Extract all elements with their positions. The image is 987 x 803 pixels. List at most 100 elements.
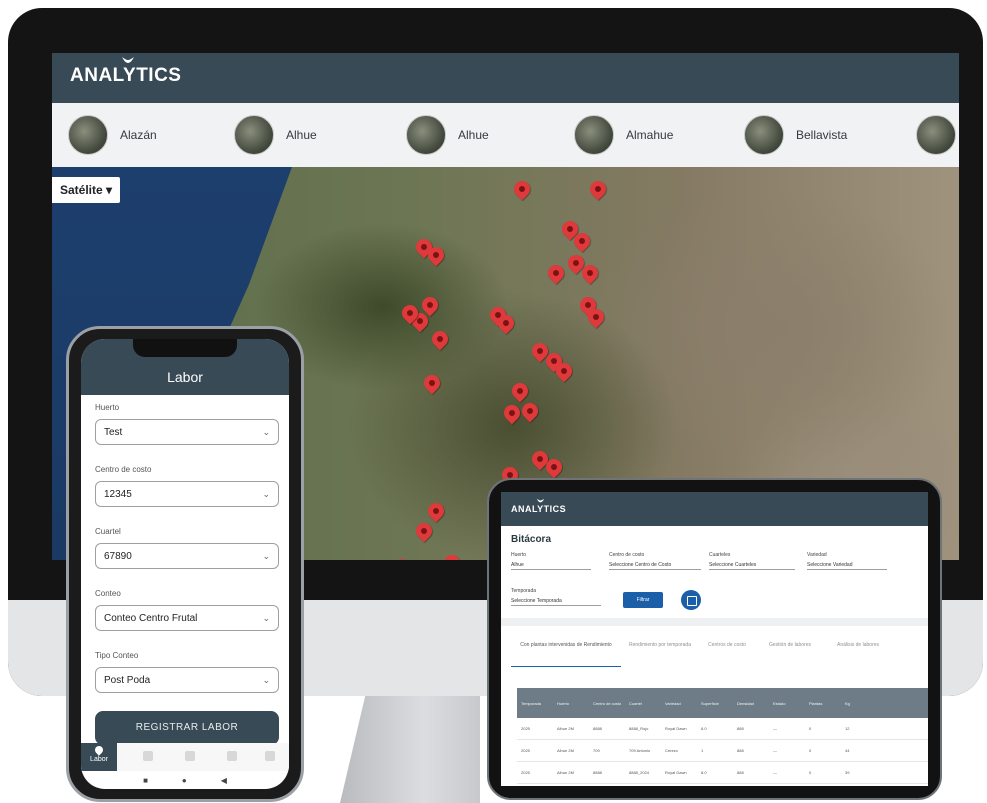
cuarteles-filter[interactable]: Cuarteles Seleccione Cuarteles — [709, 552, 795, 570]
huerto-filter[interactable]: Huerto Alhue — [511, 552, 591, 570]
table-cell: 1 — [701, 748, 704, 753]
calendar-icon[interactable] — [681, 590, 701, 610]
tipo-conteo-select[interactable]: Post Poda ⌄ — [95, 667, 279, 693]
column-header[interactable]: Plantas — [805, 701, 841, 706]
filter-label: Huerto — [511, 552, 527, 558]
column-header[interactable]: Temporada — [517, 701, 553, 706]
table-header-row: Temporada Huerto Centro de costo Cuartel… — [517, 688, 928, 718]
filter-label: Centro de costo — [609, 552, 645, 558]
table-row[interactable]: 2025 Alhue 2M 709 709 Antonio Cerezo 1 8… — [517, 740, 928, 762]
column-header[interactable]: Huerto — [553, 701, 589, 706]
column-header[interactable]: Centro de costo — [589, 701, 625, 706]
farm-thumbnail — [68, 115, 108, 155]
map-pin-icon[interactable] — [586, 177, 610, 201]
table-cell: 888 — [737, 770, 744, 775]
back-icon[interactable]: ◀ — [221, 776, 227, 785]
farm-item-almahue[interactable]: Almahue — [574, 115, 673, 155]
filter-label: Variedad — [807, 552, 827, 558]
cost-center-filter[interactable]: Centro de costo Seleccione Centro de Cos… — [609, 552, 701, 570]
farm-thumbnail — [744, 115, 784, 155]
farm-thumbnail — [574, 115, 614, 155]
farm-item-alhue[interactable]: Alhue — [234, 115, 317, 155]
table-cell: 8888 — [593, 770, 602, 775]
phone-app-header: Labor — [81, 339, 289, 395]
tab-rendimiento[interactable]: Con plantas intervenidas de Rendimiento — [511, 642, 621, 648]
conteo-label: Conteo — [95, 589, 121, 598]
tablet-device: ANALYTICS Bitácora Huerto Alhue Centro d… — [487, 478, 942, 800]
table-cell: Alhue 2M — [557, 726, 574, 731]
filter-button[interactable]: Filtrar — [623, 592, 663, 608]
map-pin-icon[interactable] — [544, 261, 568, 285]
tab-gestion-labores[interactable]: Gestión de labores — [759, 642, 821, 648]
cuartel-select[interactable]: 67890 ⌄ — [95, 543, 279, 569]
filter-value: Seleccione Temporada — [511, 596, 601, 606]
map-pin-icon[interactable] — [510, 177, 534, 201]
recents-icon[interactable]: ■ — [143, 776, 148, 785]
farm-selector-bar: Alazán Alhue Alhue Almahue Bellavista — [52, 103, 959, 167]
conteo-select[interactable]: Conteo Centro Frutal ⌄ — [95, 605, 279, 631]
map-pin-icon[interactable] — [518, 399, 542, 423]
cost-center-select[interactable]: 12345 ⌄ — [95, 481, 279, 507]
nav-item-icon[interactable] — [143, 751, 153, 761]
farm-item-bellavista[interactable]: Bellavista — [744, 115, 847, 155]
nav-item-labor[interactable]: Labor — [81, 743, 117, 771]
home-icon[interactable]: ● — [182, 776, 187, 785]
huerto-select[interactable]: Test ⌄ — [95, 419, 279, 445]
farm-thumbnail — [234, 115, 274, 155]
map-pin-icon[interactable] — [390, 555, 414, 560]
variedad-filter[interactable]: Variedad Seleccione Variedad — [807, 552, 887, 570]
map-pin-icon[interactable] — [508, 379, 532, 403]
cost-center-label: Centro de costo — [95, 465, 152, 474]
map-pin-icon[interactable] — [412, 519, 436, 543]
map-pin-icon[interactable] — [420, 371, 444, 395]
table-cell: Cerezo — [665, 748, 678, 753]
tab-centros-costo[interactable]: Centros de costo — [699, 642, 755, 648]
analytics-logo[interactable]: ANALYTICS — [511, 498, 566, 514]
table-cell: 2025 — [521, 748, 530, 753]
column-header[interactable]: Cuartel — [625, 701, 661, 706]
phone-device: Labor Huerto Test ⌄ Centro de costo 1234… — [66, 326, 304, 802]
column-header[interactable]: Densidad — [733, 701, 769, 706]
leaf-logo-icon — [537, 498, 545, 503]
farm-item-alhue-2[interactable]: Alhue — [406, 115, 489, 155]
farm-name: Alhue — [458, 128, 489, 142]
column-header[interactable]: Estado — [769, 701, 805, 706]
farm-item-alazan[interactable]: Alazán — [68, 115, 157, 155]
column-header[interactable]: Kg — [841, 701, 877, 706]
map-pin-icon[interactable] — [428, 327, 452, 351]
filter-value: Alhue — [511, 560, 591, 570]
farm-item-partial[interactable] — [916, 115, 956, 155]
farm-name: Almahue — [626, 128, 674, 142]
chevron-down-icon: ⌄ — [262, 488, 270, 499]
farm-name: Bellavista — [796, 128, 848, 142]
register-labor-button[interactable]: REGISTRAR LABOR — [95, 711, 279, 745]
nav-item-icon[interactable] — [227, 751, 237, 761]
active-tab-indicator — [511, 666, 621, 667]
table-cell: 888 — [737, 726, 744, 731]
monitor-stand — [340, 696, 480, 803]
device-mockup-scene: ANALYTICS Alazán Alhue Alhue Almahue Bel… — [0, 0, 987, 803]
farm-name: Alhue — [286, 128, 317, 142]
table-row[interactable]: 2025 Alhue 2M 8888 8888_2024 Royal Dawn … — [517, 762, 928, 784]
table-cell: Royal Dawn — [665, 726, 687, 731]
nav-item-icon[interactable] — [185, 751, 195, 761]
table-row[interactable]: 2025 Alhue 2M 8888 8888_Rojo Royal Dawn … — [517, 718, 928, 740]
analytics-logo[interactable]: ANALYTICS — [70, 57, 182, 87]
temporada-filter[interactable]: Temporada Seleccione Temporada — [511, 588, 601, 606]
map-pin-icon[interactable] — [500, 401, 524, 425]
page-title: Bitácora — [511, 534, 552, 545]
map-pin-icon[interactable] — [424, 499, 448, 523]
column-header[interactable]: Variedad — [661, 701, 697, 706]
table-cell: 0 — [809, 770, 812, 775]
column-header[interactable]: Superficie — [697, 701, 733, 706]
filter-label: Temporada — [511, 588, 537, 594]
tab-rendimiento-temporada[interactable]: Rendimiento por temporada — [625, 642, 695, 648]
filter-value: Seleccione Cuarteles — [709, 560, 795, 570]
tab-analisis-labores[interactable]: Análisis de labores — [825, 642, 891, 648]
nav-item-icon[interactable] — [265, 751, 275, 761]
map-type-select[interactable]: Satélite ▾ — [52, 177, 121, 203]
map-pin-icon[interactable] — [440, 551, 464, 560]
logo-text: ANALYTICS — [70, 65, 182, 86]
table-cell: 44 — [845, 748, 850, 753]
phone-page-title: Labor — [167, 369, 203, 385]
